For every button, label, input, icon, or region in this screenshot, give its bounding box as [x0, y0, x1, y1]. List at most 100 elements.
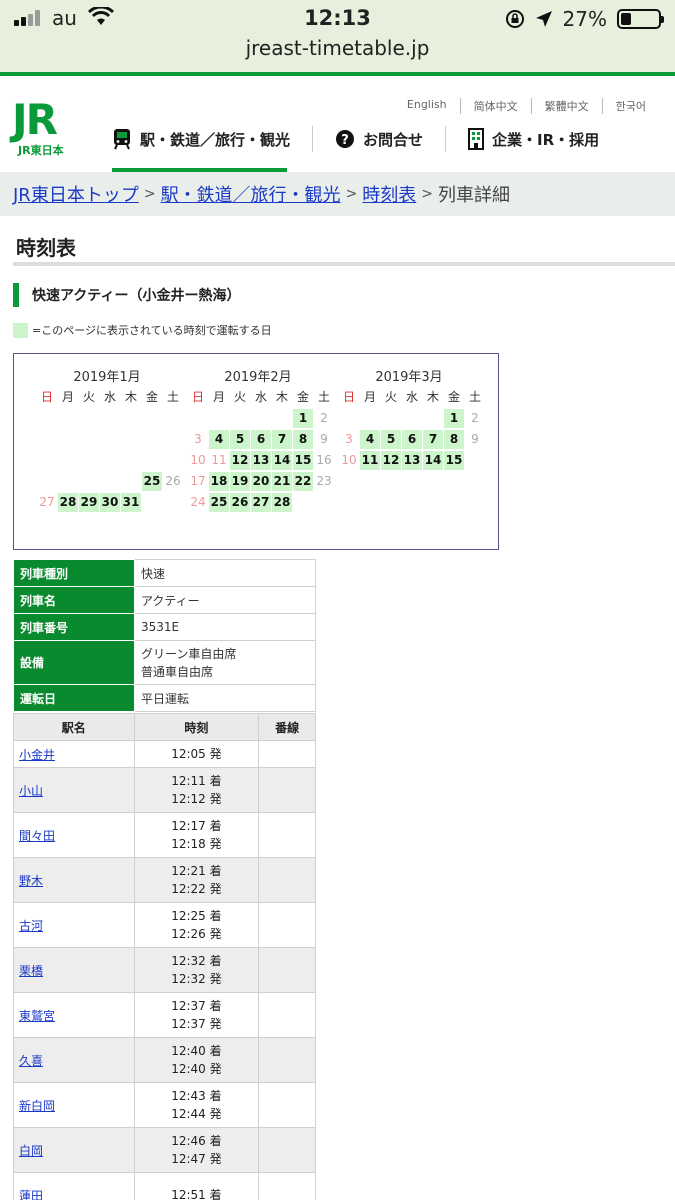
battery-percent: 27% — [562, 7, 607, 31]
calendar-day-operating: 1 — [444, 409, 464, 428]
stop-platform — [258, 1127, 316, 1173]
train-section-heading: 快速アクティー（小金井ー熱海） — [13, 283, 240, 307]
calendar-day: 27 — [39, 495, 55, 509]
station-link[interactable]: 東鷲宮 — [19, 1009, 55, 1023]
calendar-weekday: 木 — [275, 390, 288, 404]
stop-times: 12:37 着 12:37 発 — [133, 992, 260, 1038]
calendar-day: 26 — [165, 474, 181, 488]
calendar-day-operating: 12 — [230, 451, 250, 470]
station-link[interactable]: 古河 — [19, 919, 43, 933]
stop-row: 小山 12:11 着 12:12 発 — [13, 767, 316, 813]
breadcrumb-jr-east-top[interactable]: JR東日本トップ — [13, 181, 139, 207]
stops-header-row: 駅名 時刻 番線 — [13, 713, 316, 741]
page-title: 時刻表 — [16, 236, 76, 260]
stop-row: 野木 12:21 着 12:22 発 — [13, 857, 316, 903]
calendar-day: 3 — [345, 432, 353, 446]
nav-corporate[interactable]: 企業・IR・採用 — [468, 124, 599, 154]
station-link[interactable]: 間々田 — [19, 829, 55, 843]
lang-simplified-chinese[interactable]: 简体中文 — [459, 98, 531, 114]
station-link[interactable]: 蓮田 — [19, 1189, 43, 1200]
stop-row: 久喜 12:40 着 12:40 発 — [13, 1037, 316, 1083]
stop-times: 12:40 着 12:40 発 — [133, 1037, 260, 1083]
operating-calendar: 2019年1月日月火水木金土 25 26 27 28 29 30 31 2019年2月日月火水木… — [13, 353, 499, 550]
calendar-day-operating: 13 — [402, 451, 422, 470]
stop-times: 12:05 発 — [133, 740, 260, 768]
station-link[interactable]: 新白岡 — [19, 1099, 55, 1113]
calendar-legend: =このページに表示されている時刻で運転する日 — [13, 322, 272, 338]
info-row-name: 列車名 アクティー — [13, 586, 316, 614]
station-link[interactable]: 栗橋 — [19, 964, 43, 978]
station-link[interactable]: 白岡 — [19, 1144, 43, 1158]
stop-row: 栗橋 12:32 着 12:32 発 — [13, 947, 316, 993]
calendar-day-operating: 19 — [230, 472, 250, 491]
lang-korean[interactable]: 한국어 — [601, 98, 659, 114]
svg-text:?: ? — [341, 133, 349, 148]
calendar-day-operating: 15 — [444, 451, 464, 470]
stop-platform — [258, 740, 316, 768]
question-icon: ? — [336, 130, 355, 148]
breadcrumb-timetable[interactable]: 時刻表 — [362, 181, 416, 207]
station-link[interactable]: 小山 — [19, 784, 43, 798]
calendar-weekday: 水 — [103, 390, 116, 404]
col-platform: 番線 — [258, 713, 316, 741]
stop-times: 12:21 着 12:22 発 — [133, 857, 260, 903]
station-link[interactable]: 野木 — [19, 874, 43, 888]
calendar-day-operating: 13 — [251, 451, 271, 470]
calendar-day-operating: 4 — [360, 430, 380, 449]
breadcrumb-railway-travel[interactable]: 駅・鉄道／旅行・観光 — [161, 181, 341, 207]
calendar-day-operating: 6 — [251, 430, 271, 449]
calendar-day: 24 — [190, 495, 206, 509]
calendar-day-operating: 15 — [293, 451, 313, 470]
calendar-weekday: 日 — [342, 390, 355, 404]
jr-east-logo[interactable]: JR JR東日本 — [12, 98, 88, 158]
stop-row: 東鷲宮 12:37 着 12:37 発 — [13, 992, 316, 1038]
nav-contact[interactable]: ? お問合せ — [335, 124, 423, 154]
col-time: 時刻 — [133, 713, 260, 741]
calendar-day-operating: 5 — [381, 430, 401, 449]
battery-icon — [617, 9, 664, 29]
calendar-weekday: 火 — [82, 390, 95, 404]
calendar-month-label: 2019年3月 — [375, 370, 443, 385]
info-row-number: 列車番号 3531E — [13, 613, 316, 641]
station-link[interactable]: 小金井 — [19, 748, 55, 762]
calendar-day: 10 — [190, 453, 206, 467]
calendar-weekday: 日 — [191, 390, 204, 404]
calendar-day-operating: 8 — [444, 430, 464, 449]
calendar-day-operating: 11 — [360, 451, 380, 470]
stop-platform — [258, 1037, 316, 1083]
calendar-day-operating: 25 — [209, 493, 229, 512]
stop-times: 12:46 着 12:47 発 — [133, 1127, 260, 1173]
calendar-day: 16 — [316, 453, 332, 467]
location-icon — [535, 11, 552, 27]
site-header: JR JR東日本 English 简体中文 繁體中文 한국어 駅・鉄道／旅行・観… — [0, 76, 675, 172]
calendar-day-operating: 28 — [272, 493, 292, 512]
calendar-weekday: 土 — [166, 390, 179, 404]
address-bar[interactable]: jreast-timetable.jp — [0, 36, 675, 60]
station-link[interactable]: 久喜 — [19, 1054, 43, 1068]
stop-times: 12:32 着 12:32 発 — [133, 947, 260, 993]
stop-times: 12:43 着 12:44 発 — [133, 1082, 260, 1128]
calendar-weekday: 日 — [40, 390, 53, 404]
calendar-weekday: 木 — [124, 390, 137, 404]
calendar-day-operating: 27 — [251, 493, 271, 512]
breadcrumb-separator-icon: > — [143, 186, 156, 202]
calendar-month-label: 2019年1月 — [73, 370, 141, 385]
calendar-weekday: 火 — [233, 390, 246, 404]
calendar-day: 10 — [341, 453, 357, 467]
breadcrumb-separator-icon: > — [345, 186, 358, 202]
calendar-weekday: 土 — [317, 390, 330, 404]
calendar-weekday: 木 — [426, 390, 439, 404]
col-station: 駅名 — [13, 713, 135, 741]
calendar-day: 2 — [471, 411, 479, 425]
stop-row: 蓮田 12:51 着 — [13, 1172, 316, 1200]
nav-railway-travel[interactable]: 駅・鉄道／旅行・観光 — [112, 124, 290, 154]
calendar-day: 2 — [320, 411, 328, 425]
train-info-table: 列車種別 快速 列車名 アクティー 列車番号 3531E 設備 グリーン車自由席 普通車自… — [13, 559, 316, 712]
stop-times: 12:25 着 12:26 発 — [133, 902, 260, 948]
stop-times: 12:51 着 — [133, 1172, 260, 1200]
info-row-operating-days: 運転日 平日運転 — [13, 684, 316, 712]
lang-traditional-chinese[interactable]: 繁體中文 — [530, 98, 602, 114]
lang-english[interactable]: English — [394, 98, 460, 114]
calendar-day-operating: 26 — [230, 493, 250, 512]
calendar-day: 17 — [190, 474, 206, 488]
